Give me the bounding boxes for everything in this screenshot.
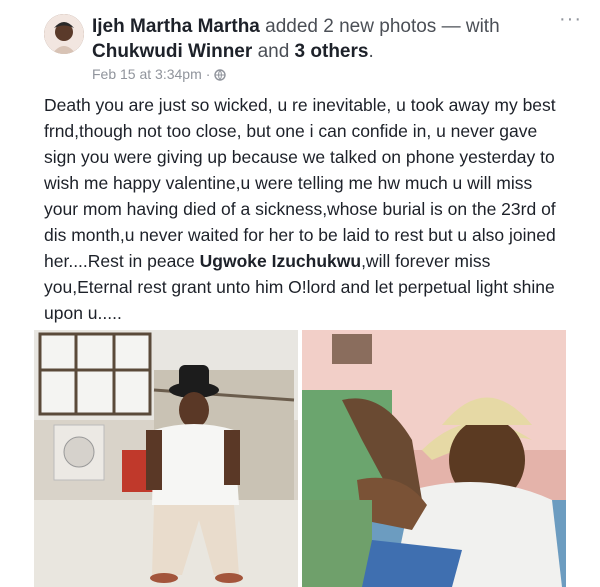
author-avatar[interactable]: [44, 14, 84, 54]
more-options-icon[interactable]: ···: [559, 9, 582, 29]
facebook-post: Ijeh Martha Martha added 2 new photos — …: [0, 0, 600, 587]
mentioned-name[interactable]: Ugwoke Izuchukwu: [200, 251, 361, 271]
and-text: and: [257, 41, 290, 62]
post-meta: Feb 15 at 3:34pm ·: [92, 66, 227, 82]
title-period: .: [368, 41, 374, 62]
photo-1[interactable]: [34, 330, 298, 587]
globe-icon[interactable]: [214, 68, 227, 81]
author-name-link[interactable]: Ijeh Martha Martha: [92, 16, 260, 37]
post-header: Ijeh Martha Martha added 2 new photos — …: [44, 12, 584, 82]
tagged-person-link[interactable]: Chukwudi Winner: [92, 41, 252, 62]
avatar-image: [44, 14, 84, 54]
photo-1-image: [34, 330, 298, 587]
photo-2[interactable]: [302, 330, 566, 587]
photo-2-image: [302, 330, 566, 587]
post-text-part1: Death you are just so wicked, u re inevi…: [44, 95, 556, 271]
meta-separator: ·: [205, 66, 211, 82]
post-title: Ijeh Martha Martha added 2 new photos — …: [92, 14, 532, 64]
post-body-text: Death you are just so wicked, u re inevi…: [44, 92, 564, 326]
post-photos: [34, 330, 566, 587]
post-action-text: added 2 new photos — with: [265, 16, 500, 37]
others-link[interactable]: 3 others: [295, 41, 369, 62]
post-timestamp[interactable]: Feb 15 at 3:34pm: [92, 66, 202, 82]
